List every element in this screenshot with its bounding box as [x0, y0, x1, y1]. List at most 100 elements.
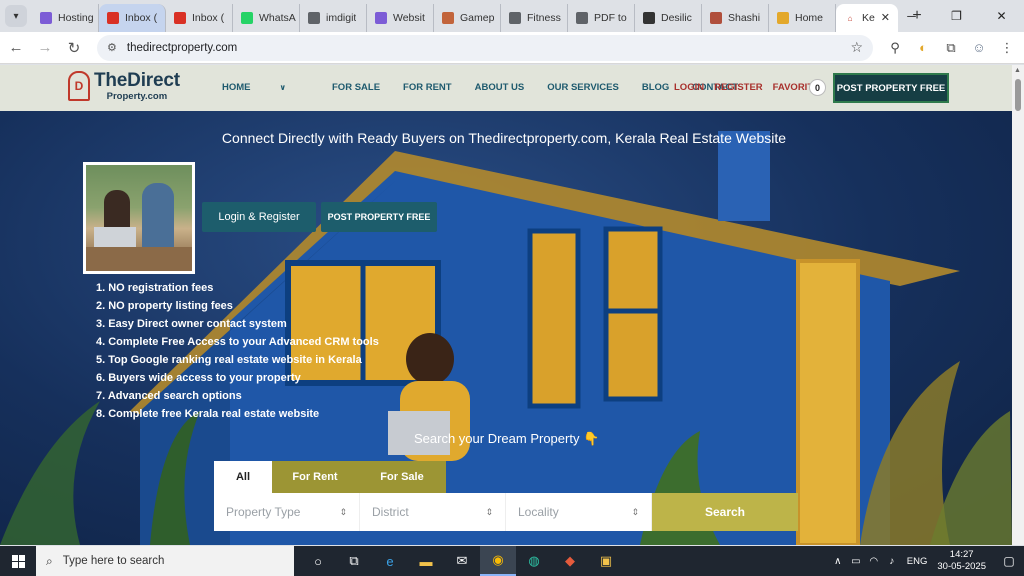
minimize-button[interactable]: ─ [889, 0, 934, 32]
feature-item: 1. NO registration fees [96, 282, 214, 294]
tab-label: Inbox ( [125, 12, 158, 24]
property-search-form: Property Type ⇕ District ⇕ Locality ⇕ Searc… [214, 493, 798, 531]
puzzle-icon[interactable]: ⧉ [937, 34, 965, 62]
chevron-up-icon[interactable]: ∧ [829, 556, 847, 567]
clock[interactable]: 14:27 30-05-2025 [937, 549, 986, 573]
windows-taskbar: ⌕ Type here to search ○ ⧉ e ▬ ✉ ◉ ◍ ◆ ▣ … [0, 546, 1024, 576]
browser-tab[interactable]: PDF to [568, 4, 635, 32]
nav-blog[interactable]: BLOG [642, 82, 669, 93]
browser-tab[interactable]: Inbox ( [99, 4, 166, 32]
sort-arrows-icon: ⇕ [485, 506, 493, 517]
feature-item: 6. Buyers wide access to your property [96, 372, 301, 384]
tab-label: Websit [393, 12, 425, 24]
feature-list: 1. NO registration fees 2. NO property l… [96, 279, 379, 423]
post-property-button[interactable]: POST PROPERTY FREE [833, 73, 949, 103]
globe-icon [509, 12, 521, 24]
browser-tab[interactable]: Gamep [434, 4, 501, 32]
login-link[interactable]: LOGIN [674, 82, 704, 93]
nav-about-us[interactable]: ABOUT US [475, 82, 525, 93]
profile-avatar[interactable]: ☺ [965, 34, 993, 62]
login-register-button[interactable]: Login & Register [202, 202, 316, 232]
browser-tab[interactable]: Shashi [702, 4, 769, 32]
house-logo-icon: D [68, 71, 90, 102]
page-scrollbar[interactable]: ▲ [1012, 65, 1024, 545]
taskbar-apps: ○ ⧉ e ▬ ✉ ◉ ◍ ◆ ▣ [300, 546, 624, 576]
file-explorer-icon[interactable]: ▬ [408, 546, 444, 576]
hero-tagline: Connect Directly with Ready Buyers on Th… [221, 130, 787, 146]
tab-strip: ▾ Hosting Inbox (Inbox (WhatsA imdigit Webs… [0, 0, 1024, 32]
web-page: D TheDirect Property.com HOME ∨ FOR SALE … [0, 65, 1012, 545]
feature-item: 5. Top Google ranking real estate websit… [96, 354, 362, 366]
cortana-icon[interactable]: ○ [300, 546, 336, 576]
chrome-icon[interactable]: ◉ [480, 546, 516, 576]
tab-for-rent[interactable]: For Rent [272, 461, 358, 493]
gmail-icon [107, 12, 119, 24]
tab-label: Hosting [58, 12, 94, 24]
task-view-icon[interactable]: ⧉ [336, 546, 372, 576]
taskbar-search[interactable]: ⌕ Type here to search [36, 546, 294, 576]
clock-time: 14:27 [949, 549, 974, 560]
scroll-up-icon[interactable]: ▲ [1014, 67, 1021, 74]
forward-button[interactable]: → [32, 35, 58, 61]
nav-our-services[interactable]: OUR SERVICES [547, 82, 619, 93]
mail-icon[interactable]: ✉ [444, 546, 480, 576]
search-icon: ⌕ [46, 553, 53, 568]
address-bar[interactable]: ⚙ thedirectproperty.com ☆ [97, 34, 873, 61]
clock-date: 30-05-2025 [937, 561, 986, 572]
close-window-button[interactable]: ✕ [979, 0, 1024, 32]
browser-tab[interactable]: imdigit [300, 4, 367, 32]
feature-item: 3. Easy Direct owner contact system [96, 318, 287, 330]
volume-icon[interactable]: ♪ [883, 556, 901, 567]
app-teal-icon[interactable]: ◍ [516, 546, 552, 576]
reload-icon: ↻ [67, 39, 81, 57]
browser-tab[interactable]: Desilic [635, 4, 702, 32]
location-pin-icon[interactable]: ⚲ [881, 34, 909, 62]
sort-arrows-icon: ⇕ [631, 506, 639, 517]
nav-for-sale[interactable]: FOR SALE [332, 82, 380, 93]
nav-home[interactable]: HOME ∨ [222, 82, 309, 93]
browser-tab[interactable]: Websit [367, 4, 434, 32]
tab-label: Gamep [460, 12, 495, 24]
tab-all[interactable]: All [214, 461, 272, 493]
house-favicon-icon: ⌂ [844, 12, 856, 24]
extension-logo-icon[interactable]: ◐ [909, 34, 937, 62]
site-logo[interactable]: D TheDirect Property.com [68, 71, 180, 102]
store-icon[interactable]: ▣ [588, 546, 624, 576]
district-select[interactable]: District ⇕ [360, 493, 506, 531]
browser-tab[interactable]: Hosting [32, 4, 99, 32]
app-color-icon[interactable]: ◆ [552, 546, 588, 576]
restore-button[interactable]: ❐ [934, 0, 979, 32]
edge-icon[interactable]: e [372, 546, 408, 576]
browser-tab[interactable]: Fitness [501, 4, 568, 32]
register-link[interactable]: REGISTER [714, 82, 763, 93]
wifi-icon[interactable]: ◠ [865, 556, 883, 567]
m-logo-icon [40, 12, 52, 24]
favorites-count-badge: 0 [809, 79, 826, 96]
locality-select[interactable]: Locality ⇕ [506, 493, 652, 531]
property-type-select[interactable]: Property Type ⇕ [214, 493, 360, 531]
menu-kebab-icon[interactable]: ⋮ [993, 34, 1021, 62]
globe-icon [308, 12, 320, 24]
url-text: thedirectproperty.com [126, 41, 238, 54]
nav-for-rent[interactable]: FOR RENT [403, 82, 452, 93]
back-button[interactable]: ← [3, 35, 29, 61]
hero-post-property-button[interactable]: POST PROPERTY FREE [321, 202, 437, 232]
hero-section: Connect Directly with Ready Buyers on Th… [0, 111, 1012, 545]
reload-button[interactable]: ↻ [61, 35, 87, 61]
site-info-icon[interactable]: ⚙ [107, 41, 117, 54]
language-indicator[interactable]: ENG [907, 556, 928, 567]
system-tray: ∧ ▭ ◠ ♪ ENG 14:27 30-05-2025 ▢ [829, 546, 1024, 576]
bookmark-star-icon[interactable]: ☆ [850, 39, 863, 56]
browser-tab[interactable]: WhatsA [233, 4, 300, 32]
battery-icon[interactable]: ▭ [847, 556, 865, 567]
search-button[interactable]: Search [652, 493, 798, 531]
start-button[interactable] [0, 546, 36, 576]
scrollbar-thumb[interactable] [1015, 79, 1021, 111]
browser-tab[interactable]: Inbox ( [166, 4, 233, 32]
taskbar-search-placeholder: Type here to search [62, 555, 165, 567]
notification-icon[interactable]: ▢ [994, 554, 1024, 568]
tab-search-button[interactable]: ▾ [5, 5, 27, 27]
tab-for-sale[interactable]: For Sale [358, 461, 446, 493]
sort-arrows-icon: ⇕ [339, 506, 347, 517]
browser-tab[interactable]: Home [769, 4, 836, 32]
